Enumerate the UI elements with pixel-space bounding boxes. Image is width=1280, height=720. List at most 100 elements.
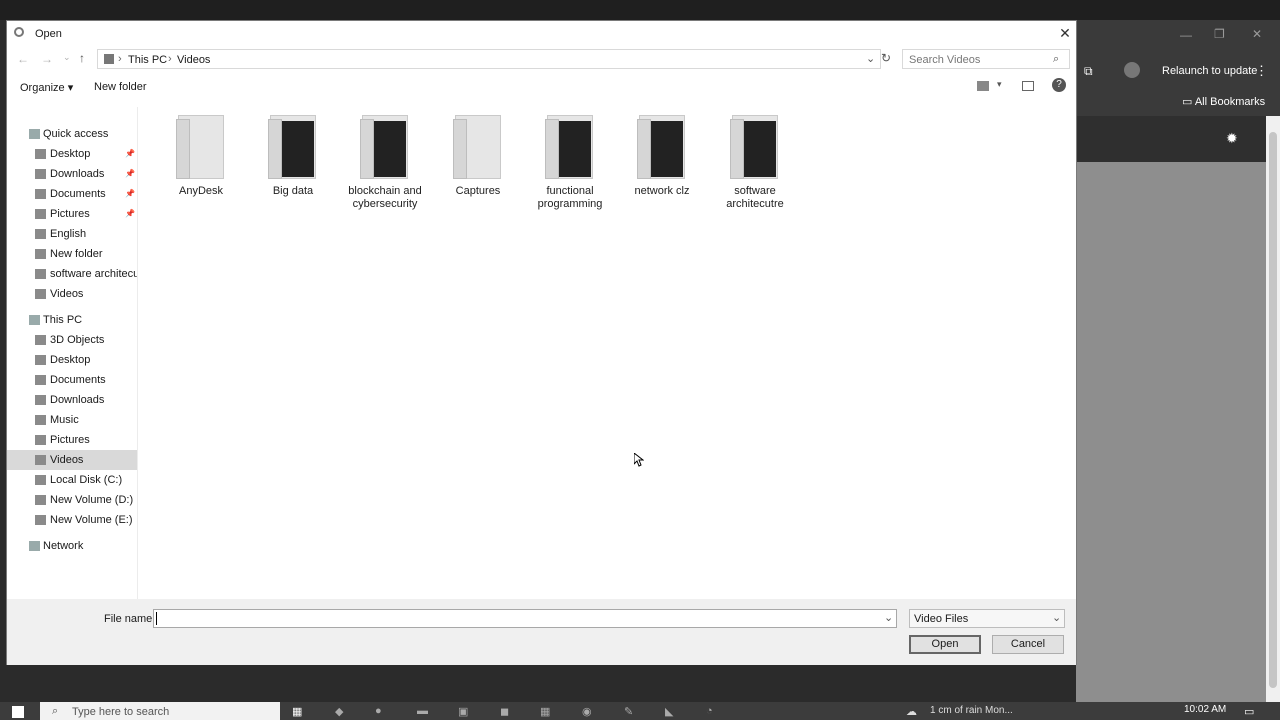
sidebar-item[interactable]: Desktop 📌 bbox=[7, 144, 137, 164]
sidebar-item-label: Network bbox=[43, 540, 84, 552]
sidebar-item[interactable]: New Volume (E:) bbox=[7, 510, 137, 530]
file-type-select[interactable]: Video Files ⌄ bbox=[909, 609, 1065, 628]
pin-icon: 📌 bbox=[125, 189, 135, 198]
sidebar-item[interactable]: Quick access bbox=[7, 124, 137, 144]
folder-item[interactable]: network clz bbox=[617, 115, 707, 198]
chevron-down-icon[interactable]: ⌄ bbox=[866, 52, 875, 65]
folder-name: software architecutre bbox=[726, 185, 784, 210]
sidebar-item[interactable]: 3D Objects bbox=[7, 330, 137, 350]
restore-icon[interactable]: ❐ bbox=[1214, 27, 1225, 41]
open-button[interactable]: Open bbox=[909, 635, 981, 654]
sidebar-item[interactable]: Music bbox=[7, 410, 137, 430]
weather-text[interactable]: 1 cm of rain Mon... bbox=[930, 705, 1013, 716]
browser-scroll-thumb[interactable] bbox=[1269, 132, 1277, 688]
sidebar-item[interactable]: Downloads bbox=[7, 390, 137, 410]
sidebar-item-label: Desktop bbox=[50, 354, 91, 366]
file-explorer-icon[interactable]: ▬ bbox=[417, 705, 428, 717]
pictures-icon bbox=[35, 435, 46, 445]
up-arrow-icon[interactable]: ↑ bbox=[79, 51, 85, 65]
extensions-icon[interactable]: ⧉ bbox=[1084, 64, 1093, 79]
vscode-icon[interactable]: ◣ bbox=[665, 705, 673, 718]
sidebar-item-label: Quick access bbox=[43, 128, 109, 140]
videos-icon bbox=[35, 455, 46, 465]
preview-pane-icon[interactable] bbox=[1022, 81, 1034, 91]
folder-icon bbox=[176, 115, 226, 179]
calculator-icon[interactable]: ▦ bbox=[540, 705, 550, 718]
organize-button[interactable]: Organize ▾ bbox=[20, 81, 73, 94]
help-icon[interactable]: ? bbox=[1052, 78, 1066, 92]
app-icon[interactable]: ✎ bbox=[624, 705, 633, 718]
sidebar-item[interactable]: New Volume (D:) bbox=[7, 490, 137, 510]
sidebar-item-label: Videos bbox=[50, 454, 84, 466]
folder-item[interactable]: software architecutre bbox=[710, 115, 800, 211]
sidebar-item-label: This PC bbox=[43, 314, 83, 326]
sidebar-item[interactable]: Local Disk (C:) bbox=[7, 470, 137, 490]
sidebar-item[interactable]: Pictures 📌 bbox=[7, 204, 137, 224]
chrome-icon[interactable]: ◉ bbox=[582, 705, 592, 718]
app-icon[interactable]: ▣ bbox=[458, 705, 468, 718]
sidebar-item[interactable]: Videos bbox=[7, 450, 137, 470]
change-view-icon[interactable] bbox=[977, 81, 989, 91]
close-button[interactable]: ✕ bbox=[1055, 23, 1075, 43]
mouse-cursor-icon bbox=[634, 453, 644, 467]
app-icon[interactable]: ◼ bbox=[500, 705, 509, 718]
notifications-icon[interactable]: ▭ bbox=[1244, 705, 1254, 718]
refresh-icon[interactable]: ↻ bbox=[881, 51, 891, 65]
folder-item[interactable]: blockchain and cybersecurity bbox=[340, 115, 430, 211]
new-folder-button[interactable]: New folder bbox=[94, 81, 147, 93]
dialog-title: Open bbox=[35, 28, 62, 40]
taskbar-clock[interactable]: 10:02 AM bbox=[1184, 704, 1226, 715]
sidebar-item[interactable]: Downloads 📌 bbox=[7, 164, 137, 184]
sidebar-item[interactable]: software architecutr bbox=[7, 264, 137, 284]
back-arrow-icon[interactable]: ← bbox=[17, 52, 29, 66]
folder-icon bbox=[35, 249, 46, 259]
task-view-icon[interactable]: ▦ bbox=[292, 705, 302, 718]
file-name-label: File name: bbox=[104, 613, 156, 625]
chevron-down-icon[interactable]: ⌄ bbox=[884, 611, 893, 624]
folder-icon bbox=[360, 115, 410, 179]
app-icon[interactable]: ◔ bbox=[706, 705, 713, 717]
menu-kebab-icon[interactable]: ⋮ bbox=[1255, 63, 1268, 79]
windows-start-icon[interactable] bbox=[12, 706, 24, 718]
sidebar-item[interactable]: English bbox=[7, 224, 137, 244]
sidebar-item[interactable]: Desktop bbox=[7, 350, 137, 370]
sidebar-item[interactable]: Videos bbox=[7, 284, 137, 304]
app-icon[interactable]: ◆ bbox=[335, 705, 343, 718]
breadcrumb-this-pc[interactable]: This PC bbox=[128, 54, 167, 66]
video-thumbnail bbox=[740, 121, 776, 177]
sidebar-item[interactable]: New folder bbox=[7, 244, 137, 264]
search-input[interactable]: Search Videos ⌕ bbox=[902, 49, 1070, 69]
sidebar-item[interactable]: Documents bbox=[7, 370, 137, 390]
search-icon: ⌕ bbox=[52, 705, 59, 717]
sidebar-item-label: Pictures bbox=[50, 434, 90, 446]
sidebar-item-label: 3D Objects bbox=[50, 334, 105, 346]
close-window-icon[interactable]: ✕ bbox=[1252, 27, 1262, 41]
sidebar-item[interactable]: Pictures bbox=[7, 430, 137, 450]
sidebar-item-label: Local Disk (C:) bbox=[50, 474, 123, 486]
breadcrumb-videos[interactable]: Videos bbox=[177, 54, 210, 66]
folder-item[interactable]: functional programming bbox=[525, 115, 615, 211]
pin-icon: 📌 bbox=[125, 169, 135, 178]
taskbar-search-box[interactable]: ⌕ Type here to search bbox=[40, 702, 280, 720]
forward-arrow-icon[interactable]: → bbox=[41, 52, 53, 66]
address-bar[interactable]: › This PC › Videos ⌄ bbox=[97, 49, 881, 69]
this-pc-icon bbox=[104, 54, 114, 64]
file-name-field[interactable]: ⌄ bbox=[153, 609, 897, 628]
folder-item[interactable]: AnyDesk bbox=[156, 115, 246, 198]
theme-toggle-icon[interactable]: ✹ bbox=[1226, 130, 1238, 147]
cancel-button[interactable]: Cancel bbox=[992, 635, 1064, 654]
sidebar-item[interactable]: Documents 📌 bbox=[7, 184, 137, 204]
all-bookmarks-link[interactable]: ▭ All Bookmarks bbox=[1182, 95, 1265, 108]
browser-tab-bar: — ❐ ✕ bbox=[1076, 20, 1280, 52]
folder-item[interactable]: Captures bbox=[433, 115, 523, 198]
folder-item[interactable]: Big data bbox=[248, 115, 338, 198]
sidebar-item[interactable]: This PC bbox=[7, 310, 137, 330]
minimize-icon[interactable]: — bbox=[1180, 28, 1192, 42]
app-icon[interactable]: ● bbox=[375, 705, 382, 717]
download-icon bbox=[35, 169, 46, 179]
sidebar-item[interactable]: Network bbox=[7, 536, 137, 556]
sidebar-item-label: Documents bbox=[50, 188, 106, 200]
profile-avatar[interactable] bbox=[1124, 62, 1140, 78]
recent-locations-chevron-icon[interactable]: ⌄ bbox=[63, 52, 71, 63]
view-options-chevron-icon[interactable]: ▾ bbox=[997, 79, 1002, 90]
